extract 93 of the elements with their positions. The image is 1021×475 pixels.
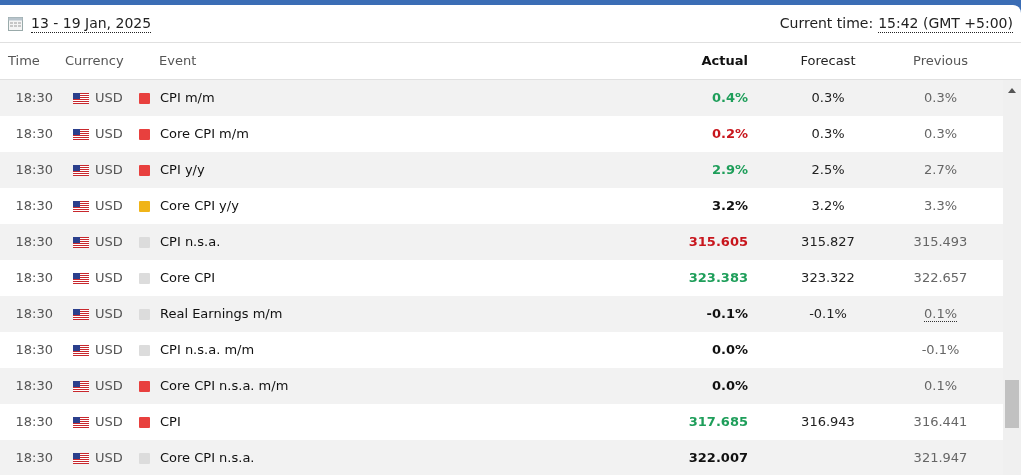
event-name[interactable]: Core CPI n.s.a. m/m	[160, 378, 289, 394]
flag-icon	[73, 344, 89, 356]
currency-cell-text: USD	[95, 197, 123, 216]
current-time-label: Current time:	[779, 14, 874, 33]
date-range-link[interactable]: 13 - 19 Jan, 2025	[31, 14, 152, 33]
scrollbar[interactable]	[1003, 80, 1021, 475]
actual-value: 322.007	[688, 450, 748, 466]
currency-cell-text: USD	[95, 449, 123, 468]
flag-icon	[73, 272, 89, 284]
event-name[interactable]: Core CPI m/m	[160, 126, 249, 142]
previous-value: 2.7%	[924, 162, 957, 178]
actual-value: 315.605	[688, 234, 748, 250]
previous-value: -0.1%	[921, 342, 960, 358]
column-header[interactable]: Previous	[913, 53, 968, 69]
previous-value: 3.3%	[924, 198, 957, 214]
column-header[interactable]: Currency	[65, 53, 124, 69]
currency-cell-text: USD	[95, 341, 123, 360]
previous-value: 0.3%	[924, 126, 957, 142]
currency-cell-text: USD	[95, 377, 123, 396]
column-header[interactable]: Forecast	[800, 53, 856, 69]
actual-value: 0.0%	[711, 378, 748, 394]
time-cell: 18:30	[15, 306, 53, 322]
column-header[interactable]: Time	[8, 53, 40, 69]
actual-value: 0.4%	[711, 90, 748, 106]
previous-value: 0.1%	[924, 378, 957, 394]
time-cell: 18:30	[15, 414, 53, 430]
previous-value: 315.493	[913, 234, 968, 250]
flag-icon	[73, 164, 89, 176]
flag-icon	[73, 92, 89, 104]
previous-value: 0.3%	[924, 90, 957, 106]
flag-icon	[73, 200, 89, 212]
forecast-value: 0.3%	[811, 126, 845, 142]
forecast-value: 316.943	[801, 414, 855, 430]
actual-value: 3.2%	[711, 198, 748, 214]
actual-value: 2.9%	[711, 162, 748, 178]
event-name[interactable]: CPI y/y	[160, 162, 205, 178]
event-name[interactable]: Core CPI y/y	[160, 198, 239, 214]
currency-cell-text: USD	[95, 233, 123, 252]
currency-cell-text: USD	[95, 161, 123, 180]
forecast-value: 315.827	[801, 234, 855, 250]
table-row[interactable]: 18:30 USD CPI m/m 0.4% 0.3% 0.3%	[0, 80, 1003, 116]
table-row[interactable]: 18:30 USD CPI n.s.a. 315.605 315.827 315.493	[0, 224, 1003, 260]
event-name[interactable]: Core CPI n.s.a.	[160, 450, 255, 466]
previous-value: 322.657	[913, 270, 968, 286]
table-row[interactable]: 18:30 USD CPI y/y 2.9% 2.5% 2.7%	[0, 152, 1003, 188]
time-cell: 18:30	[15, 234, 53, 250]
time-cell: 18:30	[15, 162, 53, 178]
time-cell: 18:30	[15, 450, 53, 466]
column-header[interactable]: Actual	[701, 53, 748, 69]
time-cell: 18:30	[15, 342, 53, 358]
event-name[interactable]: Real Earnings m/m	[160, 306, 283, 322]
actual-value: -0.1%	[706, 306, 748, 322]
flag-icon	[73, 128, 89, 140]
forecast-value: 0.3%	[811, 90, 845, 106]
currency-cell-text: USD	[95, 413, 123, 432]
time-cell: 18:30	[15, 126, 53, 142]
forecast-value: 323.322	[801, 270, 855, 286]
table-row[interactable]: 18:30 USD Real Earnings m/m -0.1% -0.1% 0.1%	[0, 296, 1003, 332]
revised-previous-value[interactable]: 0.1%	[924, 306, 957, 323]
currency-cell-text: USD	[95, 305, 123, 324]
table-row[interactable]: 18:30 USD Core CPI n.s.a. m/m 0.0% 0.1%	[0, 368, 1003, 404]
event-name[interactable]: CPI	[160, 414, 181, 430]
flag-icon	[73, 452, 89, 464]
table-row[interactable]: 18:30 USD Core CPI n.s.a. 322.007 321.947	[0, 440, 1003, 475]
scroll-up-icon[interactable]	[1008, 88, 1016, 93]
column-header[interactable]: Event	[159, 53, 197, 69]
scrollbar-thumb[interactable]	[1005, 380, 1019, 428]
previous-value: 321.947	[913, 450, 968, 466]
forecast-value: -0.1%	[809, 306, 847, 322]
actual-value: 0.2%	[711, 126, 748, 142]
time-cell: 18:30	[15, 378, 53, 394]
calendar-icon[interactable]	[8, 16, 23, 31]
currency-cell-text: USD	[95, 125, 123, 144]
event-name[interactable]: Core CPI	[160, 270, 215, 286]
current-time-link[interactable]: 15:42 (GMT +5:00)	[878, 14, 1013, 33]
currency-cell-text: USD	[95, 269, 123, 288]
event-name[interactable]: CPI m/m	[160, 90, 215, 106]
currency-cell-text: USD	[95, 89, 123, 108]
flag-icon	[73, 416, 89, 428]
time-cell: 18:30	[15, 90, 53, 106]
time-cell: 18:30	[15, 270, 53, 286]
event-name[interactable]: CPI n.s.a.	[160, 234, 221, 250]
time-cell: 18:30	[15, 198, 53, 214]
forecast-value: 3.2%	[811, 198, 845, 214]
flag-icon	[73, 380, 89, 392]
forecast-value: 2.5%	[811, 162, 845, 178]
actual-value: 317.685	[688, 414, 748, 430]
actual-value: 323.383	[688, 270, 748, 286]
previous-value: 316.441	[913, 414, 968, 430]
event-name[interactable]: CPI n.s.a. m/m	[160, 342, 255, 358]
flag-icon	[73, 308, 89, 320]
flag-icon	[73, 236, 89, 248]
actual-value: 0.0%	[711, 342, 748, 358]
